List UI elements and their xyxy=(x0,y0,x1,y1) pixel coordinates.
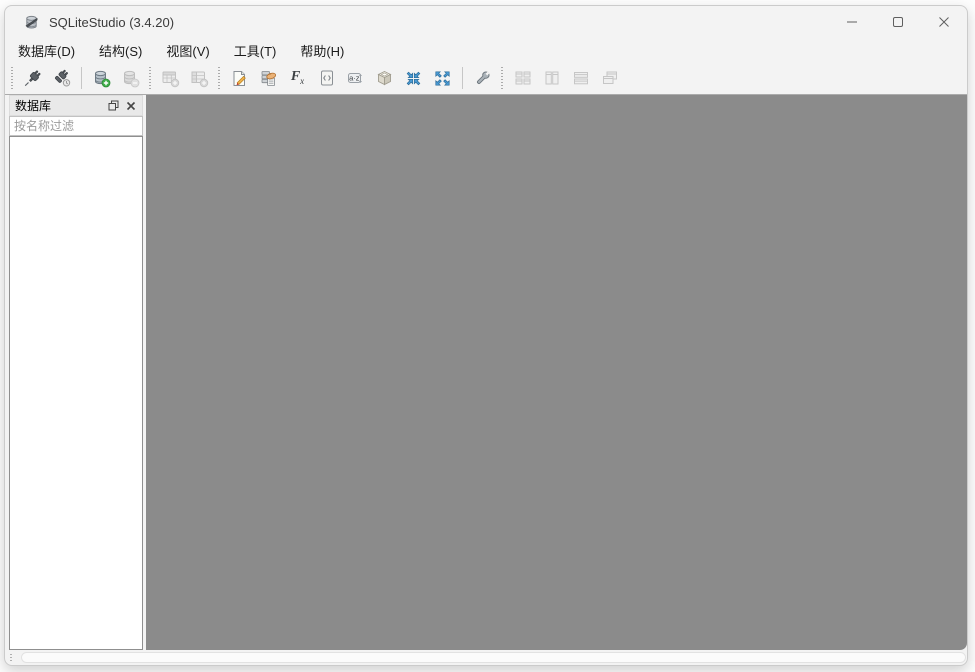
tile-horizontal-icon xyxy=(571,68,591,88)
config-wrench-icon xyxy=(473,69,492,88)
svg-text:a·z: a·z xyxy=(349,73,360,82)
menu-structure[interactable]: 结构(S) xyxy=(89,38,152,63)
open-functions-editor-button[interactable]: Fx xyxy=(283,65,312,92)
main-toolbar: Fx a·z xyxy=(5,62,967,95)
minimize-button[interactable] xyxy=(829,6,875,38)
databases-dock-title: 数据库 xyxy=(15,99,52,113)
import-button[interactable] xyxy=(399,65,428,92)
status-bar xyxy=(5,650,967,665)
extensions-package-icon xyxy=(375,69,394,88)
open-sql-editor-button[interactable] xyxy=(225,65,254,92)
cascade-windows-icon xyxy=(600,68,620,88)
statusbar-grip-icon[interactable] xyxy=(8,653,15,661)
menu-database[interactable]: 数据库(D) xyxy=(8,38,85,63)
window-title: SQLiteStudio (3.4.20) xyxy=(49,14,175,30)
toolbar-separator xyxy=(462,67,463,89)
open-collations-editor-button[interactable]: a·z xyxy=(341,65,370,92)
menu-tools[interactable]: 工具(T) xyxy=(224,38,287,63)
tile-vertical-button[interactable] xyxy=(537,65,566,92)
cascade-windows-button[interactable] xyxy=(595,65,624,92)
dock-float-button[interactable] xyxy=(105,97,122,114)
add-database-button[interactable] xyxy=(87,65,116,92)
database-filter-input[interactable] xyxy=(9,116,143,136)
export-arrows-icon xyxy=(433,69,452,88)
export-button[interactable] xyxy=(428,65,457,92)
new-table-button[interactable] xyxy=(156,65,185,92)
connect-icon xyxy=(24,69,42,87)
app-logo-icon xyxy=(23,14,40,31)
mdi-workspace xyxy=(146,95,967,650)
toolbar-drag-handle[interactable] xyxy=(8,67,17,89)
maximize-button[interactable] xyxy=(875,6,921,38)
toolbar-separator xyxy=(81,67,82,89)
menu-help[interactable]: 帮助(H) xyxy=(290,38,354,63)
app-window: SQLiteStudio (3.4.20) 数据库(D) 结构(S) 视图(V)… xyxy=(4,5,968,666)
open-ddl-history-button[interactable] xyxy=(254,65,283,92)
tile-windows-button[interactable] xyxy=(508,65,537,92)
statusbar-message-area xyxy=(21,651,966,663)
title-bar: SQLiteStudio (3.4.20) xyxy=(5,6,967,38)
database-tree[interactable] xyxy=(9,136,143,650)
new-view-button[interactable] xyxy=(185,65,214,92)
connect-button[interactable] xyxy=(18,65,47,92)
open-configuration-button[interactable] xyxy=(468,65,497,92)
toolbar-drag-handle[interactable] xyxy=(146,67,155,89)
databases-dock-header[interactable]: 数据库 xyxy=(9,95,143,116)
disconnect-icon xyxy=(53,69,71,87)
tile-vertical-icon xyxy=(542,68,562,88)
tile-horizontal-button[interactable] xyxy=(566,65,595,92)
toolbar-drag-handle[interactable] xyxy=(215,67,224,89)
collations-editor-icon: a·z xyxy=(346,69,365,88)
central-area: 数据库 xyxy=(5,95,967,650)
open-sql-code-button[interactable] xyxy=(312,65,341,92)
import-arrows-icon xyxy=(404,69,423,88)
ddl-history-icon xyxy=(259,69,278,88)
sql-editor-icon xyxy=(230,69,249,88)
sql-code-icon xyxy=(318,69,336,87)
menu-bar: 数据库(D) 结构(S) 视图(V) 工具(T) 帮助(H) xyxy=(5,38,967,62)
remove-database-icon xyxy=(121,69,140,88)
close-button[interactable] xyxy=(921,6,967,38)
new-table-icon xyxy=(161,69,180,88)
toolbar-drag-handle[interactable] xyxy=(498,67,507,89)
extensions-button[interactable] xyxy=(370,65,399,92)
menu-view[interactable]: 视图(V) xyxy=(156,38,219,63)
disconnect-button[interactable] xyxy=(47,65,76,92)
databases-dock-panel: 数据库 xyxy=(9,95,143,650)
new-view-icon xyxy=(190,69,209,88)
functions-editor-icon: Fx xyxy=(290,69,305,86)
dock-close-button[interactable] xyxy=(122,97,139,114)
tile-windows-icon xyxy=(513,68,533,88)
add-database-icon xyxy=(92,69,111,88)
remove-database-button[interactable] xyxy=(116,65,145,92)
